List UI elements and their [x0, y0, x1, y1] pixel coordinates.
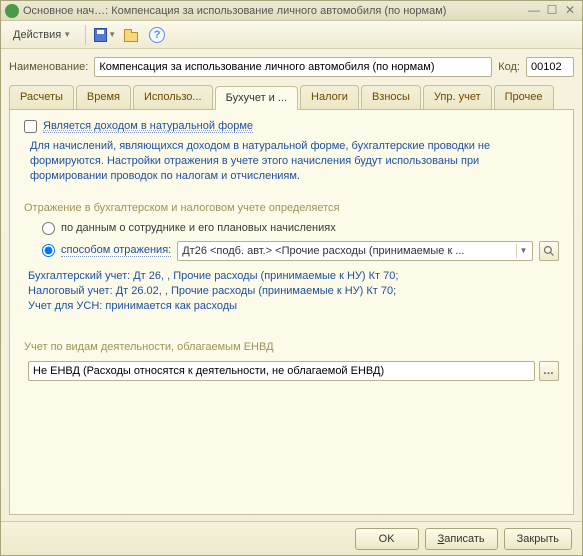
chevron-down-icon: ▼: [108, 30, 116, 39]
accounting-line-label: Учет для УСН:: [28, 300, 102, 312]
tab-mgmt[interactable]: Упр. учет: [423, 85, 492, 109]
app-icon: [5, 4, 19, 18]
help-button[interactable]: ?: [146, 24, 168, 46]
accounting-line-value: Дт 26.02, , Прочие расходы (принимаемые …: [116, 285, 396, 297]
natural-income-checkbox[interactable]: [24, 120, 37, 133]
folder-icon: [124, 32, 138, 42]
window-title: Основное нач…: Компенсация за использова…: [23, 5, 524, 17]
accounting-line: Бухгалтерский учет: Дт 26, , Прочие расх…: [28, 269, 559, 284]
radio-method[interactable]: [42, 244, 55, 257]
section-reflect-title: Отражение в бухгалтерском и налоговом уч…: [24, 202, 559, 214]
radio-employee[interactable]: [42, 222, 55, 235]
name-label: Наименование:: [9, 61, 88, 73]
radio-method-label[interactable]: способом отражения:: [61, 244, 171, 257]
tab-contrib[interactable]: Взносы: [361, 85, 421, 109]
tab-taxes[interactable]: Налоги: [300, 85, 359, 109]
accounting-line-label: Бухгалтерский учет:: [28, 270, 130, 282]
natural-income-help: Для начислений, являющихся доходом в нат…: [30, 139, 553, 184]
tab-accounting[interactable]: Бухучет и ...: [215, 86, 298, 110]
method-select-value: Дт26 <подб. авт.> <Прочие расходы (прини…: [182, 245, 464, 257]
tab-other[interactable]: Прочее: [494, 85, 554, 109]
save-split-button[interactable]: ▼: [94, 24, 116, 46]
radio-method-row: способом отражения: Дт26 <подб. авт.> <П…: [42, 241, 559, 261]
tab-page-accounting: Является доходом в натуральной форме Для…: [9, 110, 574, 515]
accounting-line: Налоговый учет: Дт 26.02, , Прочие расхо…: [28, 284, 559, 299]
tab-usage[interactable]: Использо...: [133, 85, 213, 109]
accounting-line: Учет для УСН: принимается как расходы: [28, 299, 559, 314]
minimize-button[interactable]: —: [526, 4, 542, 18]
method-select[interactable]: Дт26 <подб. авт.> <Прочие расходы (прини…: [177, 241, 533, 261]
envd-choose-button[interactable]: …: [539, 361, 559, 381]
toolbar: Действия ▼ ▼ ?: [1, 21, 582, 49]
envd-input[interactable]: [28, 361, 535, 381]
dropdown-icon: ▼: [516, 244, 530, 258]
titlebar: Основное нач…: Компенсация за использова…: [1, 1, 582, 21]
floppy-icon: [94, 28, 107, 42]
name-input[interactable]: [94, 57, 492, 77]
natural-income-label[interactable]: Является доходом в натуральной форме: [43, 120, 253, 133]
envd-row: …: [28, 361, 559, 381]
section-envd-title: Учет по видам деятельности, облагаемым Е…: [24, 341, 559, 353]
lookup-button[interactable]: [539, 241, 559, 261]
ok-button-label: OK: [379, 533, 395, 545]
header-row: Наименование: Код:: [9, 57, 574, 77]
maximize-button[interactable]: ☐: [544, 4, 560, 18]
save-button[interactable]: Записать: [425, 528, 498, 550]
actions-menu[interactable]: Действия ▼: [7, 27, 77, 43]
toolbar-separator: [85, 25, 86, 45]
accounting-line-value: Дт 26, , Прочие расходы (принимаемые к Н…: [133, 270, 398, 282]
help-icon: ?: [149, 27, 165, 43]
accounting-lines: Бухгалтерский учет: Дт 26, , Прочие расх…: [28, 269, 559, 315]
ok-button[interactable]: OK: [355, 528, 419, 550]
save-button-label: Записать: [438, 533, 485, 545]
body: Наименование: Код: Расчеты Время Использ…: [1, 49, 582, 521]
accounting-line-label: Налоговый учет:: [28, 285, 113, 297]
natural-income-row: Является доходом в натуральной форме: [24, 120, 559, 133]
accounting-line-value: принимается как расходы: [105, 300, 237, 312]
tab-strip: Расчеты Время Использо... Бухучет и ... …: [9, 85, 574, 110]
code-input[interactable]: [526, 57, 574, 77]
radio-employee-label: по данным о сотруднике и его плановых на…: [61, 222, 336, 234]
tab-calc[interactable]: Расчеты: [9, 85, 74, 109]
code-label: Код:: [498, 61, 520, 73]
close-button-label: Закрыть: [517, 533, 559, 545]
footer: OK Записать Закрыть: [1, 521, 582, 555]
window: Основное нач…: Компенсация за использова…: [0, 0, 583, 556]
close-button[interactable]: Закрыть: [504, 528, 572, 550]
radio-employee-row: по данным о сотруднике и его плановых на…: [42, 222, 559, 235]
tab-time[interactable]: Время: [76, 85, 131, 109]
actions-label: Действия: [13, 29, 61, 41]
search-icon: [543, 245, 555, 257]
close-window-button[interactable]: ✕: [562, 4, 578, 18]
open-button[interactable]: [120, 24, 142, 46]
chevron-down-icon: ▼: [63, 30, 71, 39]
